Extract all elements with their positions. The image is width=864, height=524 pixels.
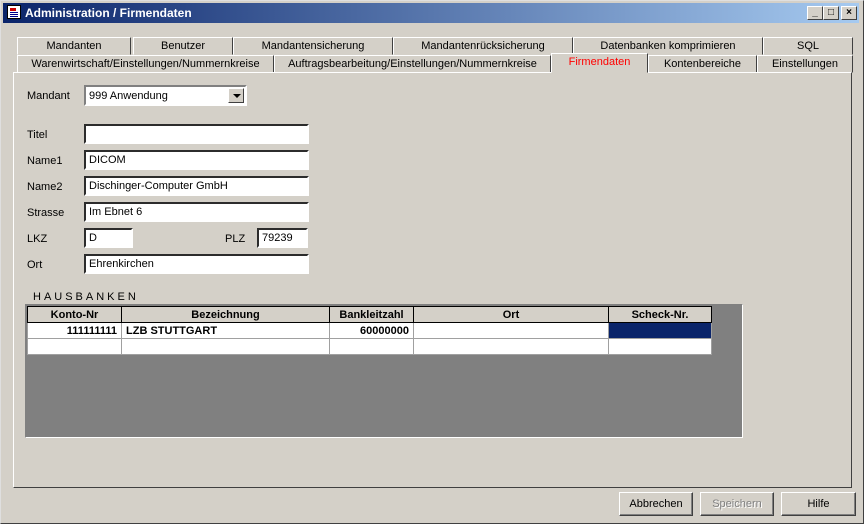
ort-field[interactable]: Ehrenkirchen (84, 254, 309, 274)
tab-firmendaten[interactable]: Firmendaten (551, 53, 648, 73)
cell-ort[interactable] (413, 338, 609, 355)
col-bezeichnung[interactable]: Bezeichnung (121, 306, 330, 323)
window: Administration / Firmendaten _ □ × Manda… (0, 0, 864, 524)
cell-bezeichnung[interactable] (121, 338, 330, 355)
chevron-down-icon[interactable] (228, 88, 244, 103)
cell-bezeichnung[interactable]: LZB STUTTGART (121, 322, 330, 339)
strasse-field[interactable]: Im Ebnet 6 (84, 202, 309, 222)
titel-field[interactable] (84, 124, 309, 144)
save-button[interactable]: Speichern (700, 492, 774, 516)
plz-label: PLZ (225, 233, 246, 245)
cell-ort[interactable] (413, 322, 609, 339)
mandant-value: 999 Anwendung (89, 90, 168, 102)
col-scheck-nr[interactable]: Scheck-Nr. (608, 306, 712, 323)
title-bar[interactable]: Administration / Firmendaten _ □ × (3, 3, 859, 23)
table-row[interactable] (27, 338, 712, 355)
ort-label: Ort (27, 259, 43, 271)
hausbanken-grid[interactable]: Konto-Nr Bezeichnung Bankleitzahl Ort Sc… (25, 304, 743, 438)
lkz-field[interactable]: D (84, 228, 133, 248)
hausbanken-table: Konto-Nr Bezeichnung Bankleitzahl Ort Sc… (27, 306, 712, 355)
name1-field[interactable]: DICOM (84, 150, 309, 170)
plz-field[interactable]: 79239 (257, 228, 308, 248)
tab-einstellungen[interactable]: Einstellungen (757, 55, 853, 73)
help-button[interactable]: Hilfe (781, 492, 856, 516)
cell-scheck-nr[interactable] (608, 338, 712, 355)
window-title: Administration / Firmendaten (25, 6, 192, 20)
app-icon (7, 5, 21, 19)
tab-benutzer[interactable]: Benutzer (133, 37, 233, 55)
col-konto-nr[interactable]: Konto-Nr (27, 306, 122, 323)
name2-label: Name2 (27, 181, 63, 193)
tab-mandantenruecksicherung[interactable]: Mandantenrücksicherung (393, 37, 573, 55)
tab-kontenbereiche[interactable]: Kontenbereiche (648, 55, 757, 73)
tab-auftragsbearbeitung[interactable]: Auftragsbearbeitung/Einstellungen/Nummer… (274, 55, 551, 73)
name1-label: Name1 (27, 155, 63, 167)
cell-konto-nr[interactable]: 111111111 (27, 322, 122, 339)
lkz-label: LKZ (27, 233, 48, 245)
table-row[interactable]: 111111111 LZB STUTTGART 60000000 (27, 322, 712, 339)
cancel-button[interactable]: Abbrechen (619, 492, 693, 516)
tab-mandanten[interactable]: Mandanten (17, 37, 131, 55)
cell-bankleitzahl[interactable]: 60000000 (329, 322, 414, 339)
close-button[interactable]: × (841, 6, 857, 20)
strasse-label: Strasse (27, 207, 65, 219)
save-button-label: Speichern (712, 498, 762, 510)
titel-label: Titel (27, 129, 48, 141)
cell-bankleitzahl[interactable] (329, 338, 414, 355)
minimize-button[interactable]: _ (807, 6, 823, 20)
col-ort[interactable]: Ort (413, 306, 609, 323)
maximize-button[interactable]: □ (823, 6, 839, 20)
tab-sql[interactable]: SQL (763, 37, 853, 55)
mandant-label: Mandant (27, 90, 70, 102)
col-bankleitzahl[interactable]: Bankleitzahl (329, 306, 414, 323)
name2-field[interactable]: Dischinger-Computer GmbH (84, 176, 309, 196)
cell-scheck-nr[interactable] (608, 322, 712, 339)
tab-warenwirtschaft[interactable]: Warenwirtschaft/Einstellungen/Nummernkre… (17, 55, 274, 73)
cell-konto-nr[interactable] (27, 338, 122, 355)
mandant-select[interactable]: 999 Anwendung (84, 85, 247, 106)
hausbanken-heading: HAUSBANKEN (33, 291, 139, 303)
tab-mandantensicherung[interactable]: Mandantensicherung (233, 37, 393, 55)
